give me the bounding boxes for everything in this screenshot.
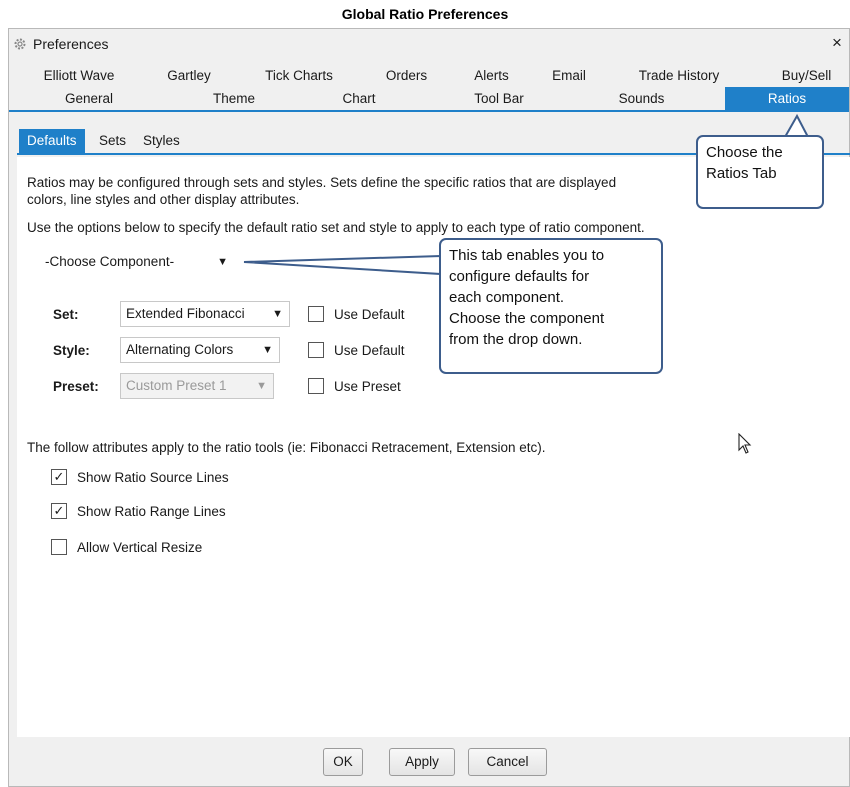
callout-line: This tab enables you to xyxy=(449,247,605,264)
callout-line: configure defaults for xyxy=(449,268,590,285)
callout-line: Ratios Tab xyxy=(706,165,777,182)
component-callout-pointer xyxy=(243,254,442,276)
ratios-callout-pointer xyxy=(783,113,810,138)
callout-pointers xyxy=(243,113,810,276)
component-callout: This tab enables you to configure defaul… xyxy=(439,238,663,374)
callout-line: from the drop down. xyxy=(449,331,583,348)
callout-line: each component. xyxy=(449,289,565,306)
callout-line: Choose the xyxy=(706,144,783,161)
ratios-tab-callout: Choose the Ratios Tab xyxy=(696,135,824,209)
mouse-cursor-icon xyxy=(738,433,752,454)
callout-line: Choose the component xyxy=(449,310,605,327)
